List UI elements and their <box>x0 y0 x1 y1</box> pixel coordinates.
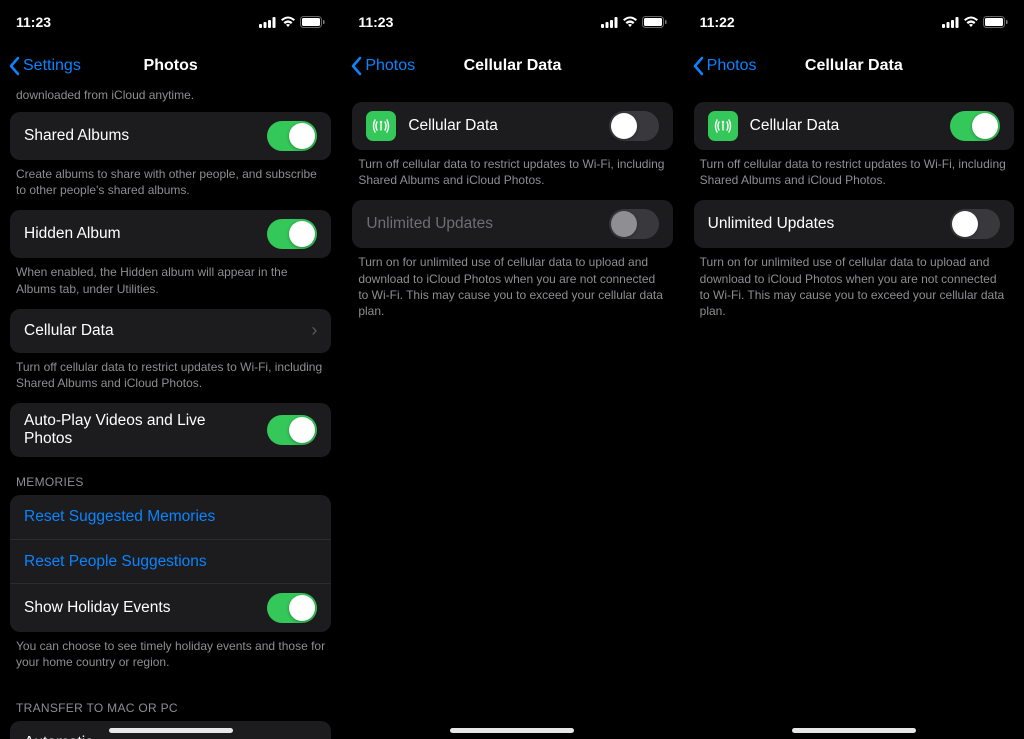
reset-people-row[interactable]: Reset People Suggestions <box>10 539 331 583</box>
wifi-icon <box>622 16 638 28</box>
panel-photos-settings: 11:23 Settings Photos downloaded from iC… <box>0 0 341 739</box>
transfer-header: TRANSFER TO MAC OR PC <box>0 683 341 721</box>
wifi-icon <box>963 16 979 28</box>
show-holiday-toggle[interactable] <box>267 593 317 623</box>
show-holiday-label: Show Holiday Events <box>24 599 255 617</box>
hidden-album-desc: When enabled, the Hidden album will appe… <box>0 258 341 308</box>
hidden-album-label: Hidden Album <box>24 225 255 243</box>
unlimited-updates-toggle[interactable] <box>950 209 1000 239</box>
memories-header: MEMORIES <box>0 457 341 495</box>
status-bar: 11:23 <box>0 0 341 44</box>
hidden-album-group: Hidden Album <box>10 210 331 258</box>
cellular-content: Cellular Data Turn off cellular data to … <box>342 88 682 343</box>
autoplay-label: Auto-Play Videos and Live Photos <box>24 412 255 448</box>
hidden-album-row[interactable]: Hidden Album <box>10 210 331 258</box>
wifi-icon <box>280 16 296 28</box>
chevron-left-icon <box>692 56 704 76</box>
cellular-data-group: Cellular Data › <box>10 309 331 353</box>
home-indicator[interactable] <box>109 728 233 733</box>
unlimited-updates-toggle <box>609 209 659 239</box>
prior-desc-fragment: downloaded from iCloud anytime. <box>0 88 341 112</box>
nav-bar: Photos Cellular Data <box>684 44 1024 88</box>
nav-bar: Photos Cellular Data <box>342 44 682 88</box>
status-time: 11:23 <box>358 14 393 30</box>
cellular-data-row[interactable]: Cellular Data <box>694 102 1014 150</box>
home-indicator[interactable] <box>450 728 574 733</box>
hidden-album-toggle[interactable] <box>267 219 317 249</box>
chevron-left-icon <box>350 56 362 76</box>
status-bar: 11:22 <box>684 0 1024 44</box>
cellular-data-label: Cellular Data <box>24 322 299 340</box>
status-indicators <box>942 16 1008 28</box>
reset-memories-label: Reset Suggested Memories <box>24 508 317 526</box>
unlimited-updates-desc: Turn on for unlimited use of cellular da… <box>684 248 1024 331</box>
battery-icon <box>642 16 667 28</box>
autoplay-toggle[interactable] <box>267 415 317 445</box>
signal-icon <box>601 17 618 28</box>
cellular-data-label: Cellular Data <box>750 117 938 135</box>
status-time: 11:22 <box>700 14 735 30</box>
status-indicators <box>259 16 325 28</box>
cellular-data-row[interactable]: Cellular Data <box>352 102 672 150</box>
autoplay-group: Auto-Play Videos and Live Photos <box>10 403 331 457</box>
shared-albums-toggle[interactable] <box>267 121 317 151</box>
nav-bar: Settings Photos <box>0 44 341 88</box>
unlimited-updates-label: Unlimited Updates <box>366 215 596 233</box>
back-label: Settings <box>23 57 81 75</box>
cellular-data-desc: Turn off cellular data to restrict updat… <box>0 353 341 403</box>
signal-icon <box>942 17 959 28</box>
cellular-data-toggle[interactable] <box>609 111 659 141</box>
unlimited-updates-label: Unlimited Updates <box>708 215 938 233</box>
autoplay-row[interactable]: Auto-Play Videos and Live Photos <box>10 403 331 457</box>
back-label: Photos <box>365 57 415 75</box>
back-button[interactable]: Photos <box>692 56 757 76</box>
home-indicator[interactable] <box>792 728 916 733</box>
panel-cellular-off: 11:23 Photos Cellular Data Cellular Data… <box>341 0 682 739</box>
back-button[interactable]: Settings <box>8 56 81 76</box>
unlimited-updates-desc: Turn on for unlimited use of cellular da… <box>342 248 682 331</box>
shared-albums-group: Shared Albums <box>10 112 331 160</box>
cellular-data-row[interactable]: Cellular Data › <box>10 309 331 353</box>
settings-content: downloaded from iCloud anytime. Shared A… <box>0 88 341 739</box>
back-label: Photos <box>707 57 757 75</box>
cellular-data-desc: Turn off cellular data to restrict updat… <box>684 150 1024 200</box>
show-holiday-row[interactable]: Show Holiday Events <box>10 583 331 632</box>
cellular-data-desc: Turn off cellular data to restrict updat… <box>342 150 682 200</box>
cellular-toggle-group: Cellular Data <box>694 102 1014 150</box>
battery-icon <box>983 16 1008 28</box>
unlimited-updates-row[interactable]: Unlimited Updates <box>694 200 1014 248</box>
unlimited-group: Unlimited Updates <box>694 200 1014 248</box>
antenna-icon <box>366 111 396 141</box>
shared-albums-label: Shared Albums <box>24 127 255 145</box>
cellular-data-toggle[interactable] <box>950 111 1000 141</box>
status-bar: 11:23 <box>342 0 682 44</box>
holiday-desc: You can choose to see timely holiday eve… <box>0 632 341 682</box>
battery-icon <box>300 16 325 28</box>
back-button[interactable]: Photos <box>350 56 415 76</box>
cellular-toggle-group: Cellular Data <box>352 102 672 150</box>
memories-group: Reset Suggested Memories Reset People Su… <box>10 495 331 632</box>
signal-icon <box>259 17 276 28</box>
cellular-content: Cellular Data Turn off cellular data to … <box>684 88 1024 343</box>
status-time: 11:23 <box>16 14 51 30</box>
unlimited-updates-row: Unlimited Updates <box>352 200 672 248</box>
reset-people-label: Reset People Suggestions <box>24 553 317 571</box>
chevron-left-icon <box>8 56 20 76</box>
shared-albums-desc: Create albums to share with other people… <box>0 160 341 210</box>
chevron-right-icon: › <box>311 320 317 341</box>
unlimited-group: Unlimited Updates <box>352 200 672 248</box>
reset-memories-row[interactable]: Reset Suggested Memories <box>10 495 331 539</box>
panel-cellular-on: 11:22 Photos Cellular Data Cellular Data… <box>683 0 1024 739</box>
antenna-icon <box>708 111 738 141</box>
cellular-data-label: Cellular Data <box>408 117 596 135</box>
status-indicators <box>601 16 667 28</box>
automatic-label: Automatic <box>24 734 317 739</box>
shared-albums-row[interactable]: Shared Albums <box>10 112 331 160</box>
